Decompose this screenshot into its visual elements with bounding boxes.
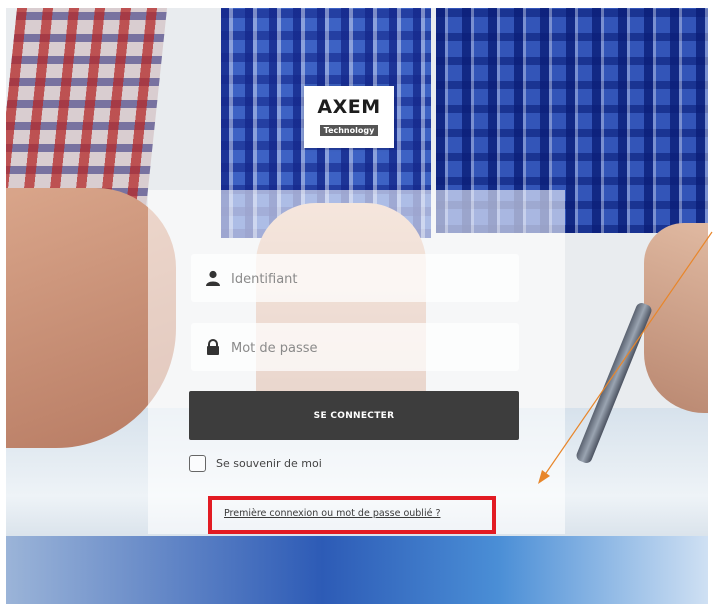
annotation-arrow [538,231,713,484]
